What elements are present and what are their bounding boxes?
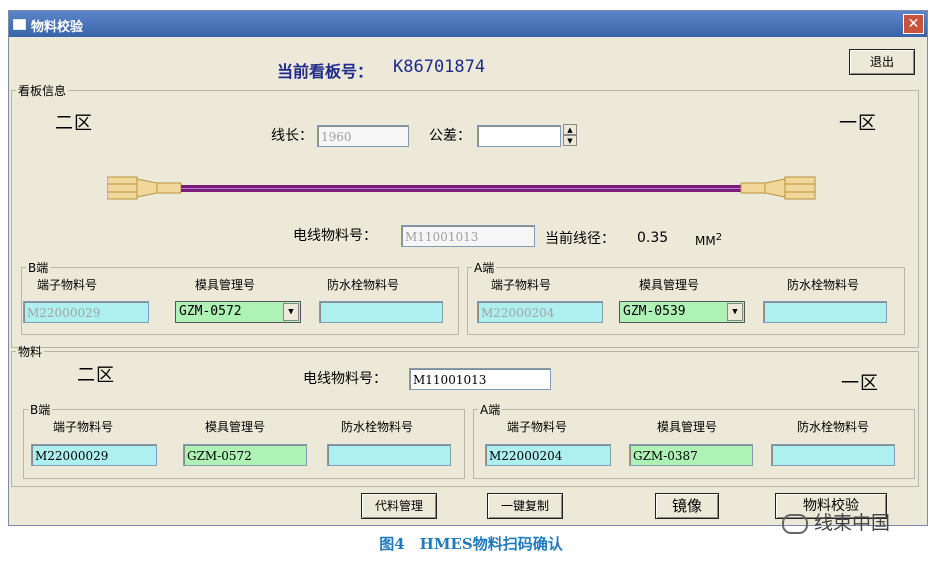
material-a-terminal-field[interactable]: M22000204 (485, 444, 611, 466)
kanban-a-seal-field[interactable] (763, 301, 887, 323)
material-a-end-legend: A端 (480, 403, 501, 417)
wire-no-label: 电线物料号： (293, 228, 377, 244)
diameter-unit-sup: 2 (715, 232, 723, 243)
material-b-seal-field[interactable] (327, 444, 451, 466)
kanban-b-col-seal: 防水栓物料号 (327, 278, 400, 292)
material-b-col-terminal: 端子物料号 (53, 420, 114, 434)
kanban-b-mold-value: GZM-0572 (179, 304, 242, 319)
material-a-col-mold: 模具管理号 (657, 420, 718, 434)
close-button[interactable]: ✕ (903, 14, 924, 34)
wire-no-field[interactable]: M11001013 (401, 225, 535, 247)
material-zone-left: 二区 (77, 365, 115, 386)
kanban-a-terminal-field[interactable]: M22000204 (477, 301, 603, 323)
watermark-text: 线束中国 (814, 512, 891, 534)
tolerance-label: 公差： (429, 128, 471, 144)
diameter-unit: MM2 (695, 232, 722, 248)
chevron-down-icon[interactable]: ▼ (727, 303, 743, 321)
tolerance-spinner[interactable]: ▲ ▼ (563, 124, 577, 148)
tolerance-field[interactable] (477, 125, 561, 147)
right-terminal-icon (740, 176, 816, 200)
title-bar: 物料校验 ✕ (9, 11, 927, 37)
material-a-end-group: A端 (473, 401, 915, 479)
window-title: 物料校验 (31, 20, 84, 35)
mirror-button[interactable]: 镜像 (655, 493, 719, 519)
kanban-a-mold-select[interactable]: GZM-0539 ▼ (619, 301, 745, 323)
material-b-terminal-field[interactable]: M22000029 (31, 444, 157, 466)
figure-caption: 图4 HMES物料扫码确认 (379, 535, 563, 553)
kanban-info-legend: 看板信息 (18, 84, 67, 98)
kanban-b-col-mold: 模具管理号 (195, 278, 256, 292)
kanban-a-col-terminal: 端子物料号 (491, 278, 552, 292)
wechat-icon (782, 513, 808, 534)
material-b-mold-field[interactable]: GZM-0572 (183, 444, 307, 466)
material-wire-no-field[interactable]: M11001013 (409, 368, 551, 390)
material-b-col-seal: 防水栓物料号 (341, 420, 414, 434)
material-legend: 物料 (18, 345, 43, 359)
line-length-field[interactable]: 1960 (317, 125, 409, 147)
material-a-mold-field[interactable]: GZM-0387 (629, 444, 753, 466)
spin-up-icon[interactable]: ▲ (563, 124, 577, 135)
kanban-a-col-seal: 防水栓物料号 (787, 278, 860, 292)
material-zone-right: 一区 (841, 373, 879, 394)
wire-icon (181, 185, 741, 192)
wire-diagram (107, 176, 816, 200)
left-terminal-icon (107, 176, 182, 200)
material-b-end-legend: B端 (30, 403, 51, 417)
watermark: 线束中国 (782, 508, 890, 535)
kanban-a-end-legend: A端 (474, 261, 495, 275)
material-a-col-seal: 防水栓物料号 (797, 420, 870, 434)
kanban-a-col-mold: 模具管理号 (639, 278, 700, 292)
board-no-label: 当前看板号： (277, 62, 374, 81)
kanban-b-mold-select[interactable]: GZM-0572 ▼ (175, 301, 301, 323)
material-wire-no-label: 电线物料号： (303, 371, 387, 387)
material-check-window: 物料校验 ✕ 当前看板号： K86701874 退出 看板信息 二区 一区 线长… (8, 10, 928, 526)
diameter-label: 当前线径： (545, 231, 615, 247)
spin-down-icon[interactable]: ▼ (563, 135, 577, 146)
material-a-col-terminal: 端子物料号 (507, 420, 568, 434)
chevron-down-icon[interactable]: ▼ (283, 303, 299, 321)
material-b-col-mold: 模具管理号 (205, 420, 266, 434)
diameter-value: 0.35 (637, 230, 669, 246)
kanban-b-terminal-field[interactable]: M22000029 (23, 301, 149, 323)
kanban-b-end-legend: B端 (28, 261, 49, 275)
exit-button[interactable]: 退出 (849, 49, 915, 75)
kanban-zone-right: 一区 (839, 113, 877, 134)
kanban-zone-left: 二区 (55, 113, 93, 134)
kanban-a-mold-value: GZM-0539 (623, 304, 686, 319)
one-click-copy-button[interactable]: 一键复制 (487, 493, 563, 519)
substitute-management-button[interactable]: 代料管理 (361, 493, 437, 519)
material-a-seal-field[interactable] (771, 444, 895, 466)
diameter-unit-text: MM (695, 234, 716, 248)
board-no-value: K86701874 (393, 57, 486, 77)
line-length-label: 线长： (271, 128, 313, 144)
window-icon (13, 19, 26, 30)
kanban-b-seal-field[interactable] (319, 301, 443, 323)
material-b-end-group: B端 (23, 401, 465, 479)
kanban-b-col-terminal: 端子物料号 (37, 278, 98, 292)
